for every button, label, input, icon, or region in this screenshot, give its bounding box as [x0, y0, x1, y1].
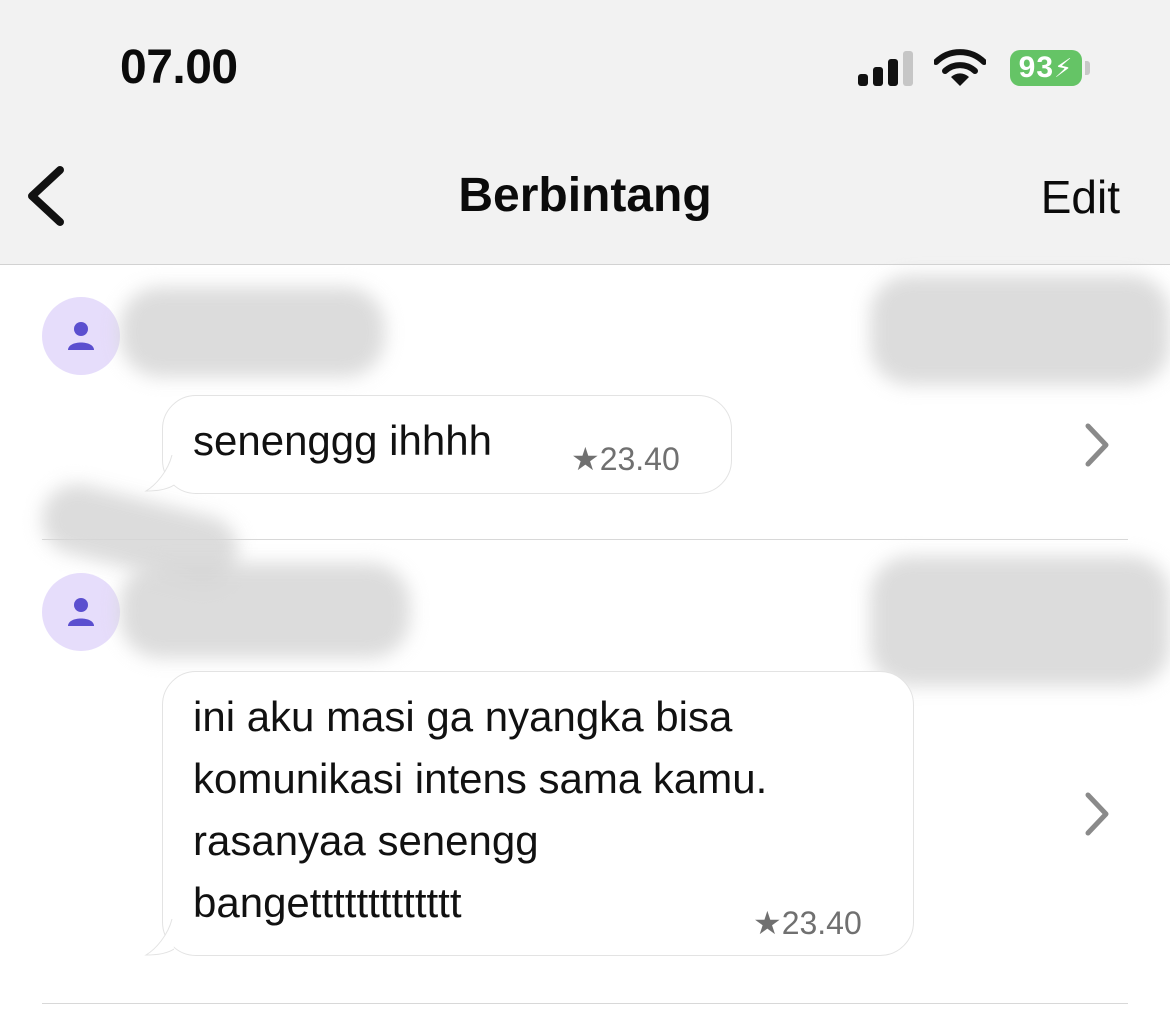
page-title: Berbintang — [458, 169, 712, 222]
chevron-right-icon[interactable] — [1080, 420, 1114, 470]
person-icon — [68, 322, 94, 350]
starred-timestamp: ★23.40 — [753, 905, 862, 941]
chevron-right-icon[interactable] — [1080, 789, 1114, 839]
message-bubble[interactable]: senenggg ihhhh ★23.40 — [162, 395, 732, 494]
signal-icon — [858, 51, 913, 86]
starred-message-row[interactable]: ini aku masi ga nyangka bisa komunikasi … — [0, 541, 1170, 1006]
battery-icon: 93⚡ — [1010, 50, 1082, 86]
message-bubble[interactable]: ini aku masi ga nyangka bisa komunikasi … — [162, 671, 914, 956]
divider — [42, 1003, 1128, 1004]
starred-timestamp: ★23.40 — [571, 441, 680, 477]
bubble-tail — [144, 919, 174, 956]
redacted-sender-name — [120, 287, 385, 377]
redacted-date — [870, 556, 1170, 686]
top-bar: 07.00 93⚡ Berbintang Edit — [0, 0, 1170, 265]
message-text: ini aku masi ga nyangka bisa komunikasi … — [193, 693, 768, 926]
battery-nub — [1085, 61, 1090, 75]
charging-bolt-icon: ⚡ — [1054, 53, 1074, 83]
edit-button[interactable]: Edit — [1041, 170, 1120, 224]
redacted-sender-name — [120, 563, 410, 658]
wifi-icon — [934, 49, 986, 86]
person-icon — [68, 598, 94, 626]
redacted-date — [870, 275, 1170, 385]
bubble-tail — [144, 455, 174, 492]
avatar — [42, 297, 120, 375]
avatar — [42, 573, 120, 651]
battery-level: 93 — [1018, 51, 1055, 84]
starred-message-row[interactable]: senenggg ihhhh ★23.40 — [0, 265, 1170, 540]
message-text: senenggg ihhhh — [193, 417, 492, 464]
status-time: 07.00 — [120, 41, 238, 94]
